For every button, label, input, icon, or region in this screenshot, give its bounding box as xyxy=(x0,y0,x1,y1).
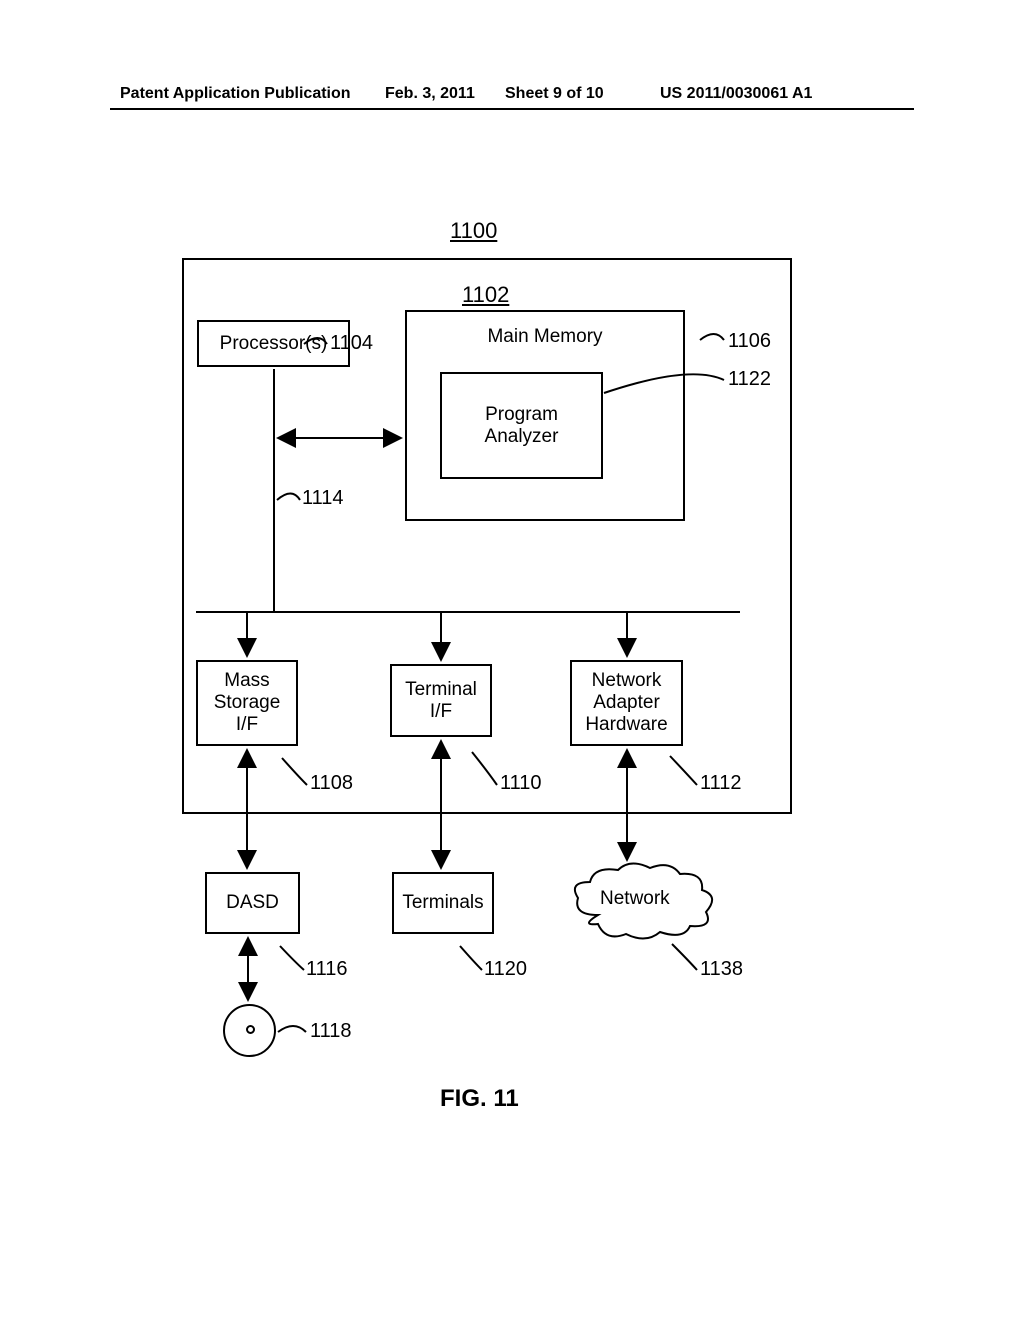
analyzer-label: Program Analyzer xyxy=(485,404,559,448)
ref-1110: 1110 xyxy=(500,772,542,795)
ref-1138: 1138 xyxy=(700,958,743,981)
figure-caption: FIG. 11 xyxy=(440,1085,519,1113)
mass-storage-if-label: Mass Storage I/F xyxy=(214,670,281,736)
dasd-label: DASD xyxy=(226,892,279,914)
sheet-number: Sheet 9 of 10 xyxy=(505,85,604,103)
network-adapter-box: Network Adapter Hardware xyxy=(570,660,683,746)
ref-1116: 1116 xyxy=(306,958,348,981)
dasd-box: DASD xyxy=(205,872,300,934)
terminal-if-label: Terminal I/F xyxy=(405,679,477,723)
terminal-if-box: Terminal I/F xyxy=(390,664,492,737)
publication-type: Patent Application Publication xyxy=(120,85,351,103)
ref-1112: 1112 xyxy=(700,772,742,795)
ref-1104: 1104 xyxy=(330,332,373,355)
network-adapter-label: Network Adapter Hardware xyxy=(585,670,667,736)
network-label: Network xyxy=(600,888,670,910)
ref-1106: 1106 xyxy=(728,330,771,353)
header-rule xyxy=(110,108,914,110)
ref-1122: 1122 xyxy=(728,368,771,391)
ref-1120: 1120 xyxy=(484,958,527,981)
ref-system: 1100 xyxy=(450,218,497,244)
terminals-box: Terminals xyxy=(392,872,494,934)
memory-label: Main Memory xyxy=(487,326,602,348)
publication-number: US 2011/0030061 A1 xyxy=(660,85,812,103)
processor-box: Processor(s) xyxy=(197,320,350,367)
terminals-label: Terminals xyxy=(402,892,483,914)
publication-date: Feb. 3, 2011 xyxy=(385,85,475,103)
mass-storage-if-box: Mass Storage I/F xyxy=(196,660,298,746)
analyzer-box: Program Analyzer xyxy=(440,372,603,479)
ref-1114: 1114 xyxy=(302,487,344,510)
ref-1108: 1108 xyxy=(310,772,353,795)
ref-1118: 1118 xyxy=(310,1020,352,1043)
processor-label: Processor(s) xyxy=(220,333,328,355)
ref-cpu: 1102 xyxy=(462,282,509,308)
disc-hole-icon xyxy=(246,1025,255,1034)
